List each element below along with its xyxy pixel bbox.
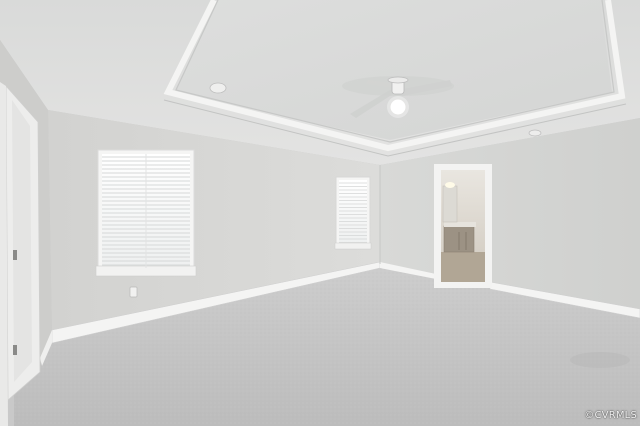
room-illustration <box>0 0 640 426</box>
doorway-icon <box>434 164 492 288</box>
watermark-label: ©CVRMLS <box>584 410 637 421</box>
window-blinds-small-icon <box>334 176 372 250</box>
door-frame <box>0 82 41 426</box>
outlet-icon <box>129 286 138 298</box>
window-blinds-icon <box>95 149 197 277</box>
smoke-detector <box>209 82 227 94</box>
room-photo: ©CVRMLS <box>0 0 640 426</box>
